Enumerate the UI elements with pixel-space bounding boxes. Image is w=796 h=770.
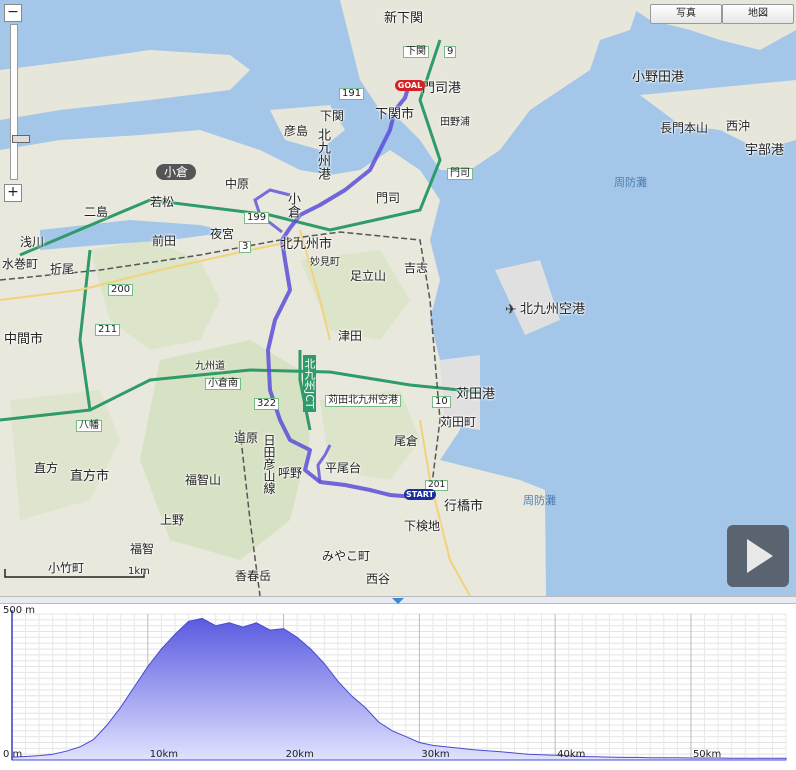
map-label-shimonoseki-city: 下関市	[375, 107, 415, 122]
map-label-hikoshima: 彦島	[284, 124, 309, 138]
x-tick-label: 50km	[692, 749, 722, 760]
map-label-nakahara: 中原	[225, 177, 250, 191]
map-label-kamino: 上野	[160, 513, 185, 527]
map-label-kokura-badge: 小倉	[156, 164, 197, 180]
map-label-heno: 呼野	[278, 466, 303, 480]
map-label-shimonoseki-top: 下関	[403, 46, 429, 58]
map-label-hiraodai: 平尾台	[325, 461, 362, 475]
elevation-chart	[11, 610, 787, 761]
map-view-button[interactable]: 地図	[722, 4, 794, 24]
zoom-slider-track[interactable]	[10, 24, 30, 180]
play-button[interactable]	[727, 525, 789, 587]
map-label-kanda-airport: 苅田北九州空港	[325, 395, 401, 407]
map-label-maeda: 前田	[152, 234, 177, 248]
map-label-moji2: 門司	[376, 191, 401, 205]
map-label-nogata: 直方	[34, 461, 59, 475]
map-label-ojo: 尾倉	[394, 434, 419, 448]
map-view[interactable]: 新下関 下関 下関 下関市 門司港 門司 門司 彦島 北九州港 小倉 小倉 北九…	[0, 0, 796, 596]
scale-bar-graphic	[4, 569, 145, 578]
map-label-kokura-minami: 小倉南	[205, 378, 241, 390]
map-label-moji: 門司	[447, 168, 473, 180]
map-label-suonada-2: 周防灘	[523, 494, 556, 507]
scale-bar: 1km	[4, 567, 150, 579]
map-label-mojiko: 門司港	[422, 81, 462, 96]
map-label-miyako-town: みやこ町	[322, 549, 371, 563]
map-label-nishigawa: 西谷	[366, 572, 391, 586]
map-label-yukuhashi-city: 行橋市	[444, 499, 484, 514]
x-tick-label: 20km	[285, 749, 314, 760]
x-tick-label: 40km	[557, 749, 586, 760]
map-label-onoda-port: 小野田港	[632, 70, 685, 85]
map-label-kitakyushu-city: 北九州市	[280, 237, 333, 252]
panel-divider[interactable]	[0, 596, 796, 604]
x-tick-label: 10km	[149, 749, 179, 760]
map-label-tanoura: 田野浦	[440, 117, 470, 128]
map-label-kyushu-do: 九州道	[195, 361, 225, 372]
map-label-yahata: 八幡	[76, 420, 102, 432]
x-tick-label: 30km	[421, 749, 450, 760]
map-label-nishiguchi: 西沖	[726, 119, 751, 133]
map-label-fukuchiyama: 福智山	[185, 473, 222, 487]
map-label-dohara: 道原	[234, 431, 259, 445]
route-shield-191: 191	[339, 88, 365, 100]
map-label-kikugaoka: 妙見町	[310, 257, 340, 268]
map-label-kanda-port: 苅田港	[456, 387, 496, 402]
route-shield-9: 9	[444, 46, 457, 58]
map-label-kanda-town: 苅田町	[440, 415, 477, 429]
map-label-nagato-motoyama: 長門本山	[660, 121, 709, 135]
route-shield-10: 10	[432, 396, 451, 408]
map-label-tsuda: 津田	[338, 329, 363, 343]
goal-marker[interactable]: GOAL	[395, 80, 425, 91]
airport-icon: ✈	[505, 302, 517, 318]
map-label-kokura-station: 小倉	[285, 192, 300, 218]
map-label-ube-port: 宇部港	[745, 143, 785, 158]
map-label-wakamatsu: 若松	[150, 195, 175, 209]
start-marker[interactable]: START	[404, 489, 436, 500]
route-shield-200: 200	[108, 284, 134, 296]
photo-view-button[interactable]: 写真	[650, 4, 722, 24]
elevation-area	[11, 617, 787, 761]
route-shield-3: 3	[239, 241, 252, 253]
zoom-out-button[interactable]: −	[4, 4, 22, 22]
map-label-suonada-1: 周防灘	[614, 176, 647, 189]
route-shield-322: 322	[254, 398, 280, 410]
route-shield-211: 211	[95, 324, 121, 336]
map-label-mizumaki: 水巻町	[2, 257, 39, 271]
map-label-orio: 折尾	[50, 262, 75, 276]
map-label-adachiyama: 足立山	[350, 269, 387, 283]
map-label-hiraodai-line: 日田彦山線	[262, 434, 276, 494]
map-label-kitakyushu-airport: 北九州空港	[520, 302, 586, 317]
y-tick-label: 500 m	[3, 605, 36, 616]
map-label-nogata-city: 直方市	[70, 469, 110, 484]
y-tick-label: 0 m	[3, 749, 23, 760]
route-shield-199: 199	[244, 212, 270, 224]
map-label-shimonoseki-left: 下関	[320, 109, 345, 123]
map-label-yoshishi: 吉志	[404, 261, 429, 275]
map-label-nakama-city: 中間市	[4, 332, 44, 347]
zoom-slider-thumb[interactable]	[12, 135, 30, 143]
map-label-kitakyushu-port: 北九州港	[315, 128, 330, 180]
map-label-shimokenchi: 下検地	[404, 519, 441, 533]
elevation-profile: 500 m 0 m 10km 20km 30km 40km 50km	[0, 604, 796, 766]
zoom-in-button[interactable]: +	[4, 184, 22, 202]
map-label-shin-shimonoseki: 新下関	[384, 11, 424, 26]
map-label-fukuchi: 福智	[130, 542, 155, 556]
map-label-kosaka: 香春岳	[235, 569, 272, 583]
play-icon	[747, 539, 773, 573]
map-label-asagawa: 浅川	[20, 235, 45, 249]
zoom-control[interactable]: − +	[4, 4, 30, 202]
scale-bar-label: 1km	[128, 566, 150, 577]
map-label-yakata: 夜宮	[210, 227, 235, 241]
map-label-kitakyushu-jct: 北九州JCT	[303, 355, 316, 412]
map-label-futajima: 二島	[84, 205, 109, 219]
